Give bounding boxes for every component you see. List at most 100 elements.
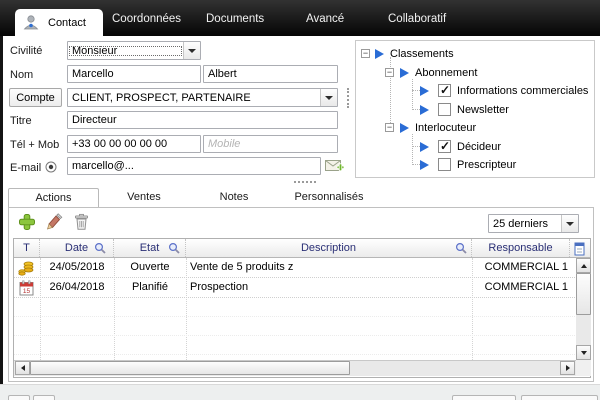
filter-search-icon[interactable]	[455, 242, 468, 255]
filter-search-icon[interactable]	[94, 242, 107, 255]
add-icon[interactable]	[18, 213, 36, 231]
filter-search-icon[interactable]	[168, 242, 181, 255]
cell-description: Prospection	[190, 278, 470, 297]
arrow-left-icon	[21, 365, 25, 371]
cell-description: Vente de 5 produits z	[190, 258, 470, 277]
tree-item-label[interactable]: Prescripteur	[457, 159, 516, 171]
tree-item-label[interactable]: Interlocuteur	[415, 122, 476, 134]
arrow-down-icon	[581, 351, 587, 355]
delete-trash-icon[interactable]	[73, 213, 91, 231]
scroll-left-button[interactable]	[15, 361, 30, 375]
tree-item-abonnement[interactable]: Abonnement	[356, 64, 594, 82]
tel-field[interactable]	[67, 135, 201, 153]
nom-label: Nom	[10, 69, 33, 81]
tree-node-arrow-icon	[420, 160, 429, 170]
partial-button[interactable]	[33, 395, 55, 400]
tree-item-decideur[interactable]: Décideur	[356, 138, 594, 156]
compte-dropdown-button[interactable]	[320, 89, 337, 106]
chevron-down-icon	[566, 222, 574, 226]
coins-icon	[18, 260, 35, 276]
table-row[interactable]: 15 26/04/2018 Planifié Prospection COMME…	[14, 278, 575, 298]
partial-button[interactable]	[521, 395, 598, 400]
horizontal-splitter[interactable]	[294, 181, 316, 183]
email-field[interactable]	[67, 157, 321, 175]
filter-combobox[interactable]: 25 derniers	[488, 214, 579, 233]
horizontal-scroll-thumb[interactable]	[30, 361, 350, 375]
subtab-personnalises[interactable]: Personnalisés	[279, 188, 379, 207]
tab-contact-label: Contact	[48, 17, 86, 29]
scroll-right-button[interactable]	[560, 361, 575, 375]
titre-field[interactable]	[67, 111, 338, 129]
send-email-icon[interactable]	[325, 158, 346, 175]
tree-item-label[interactable]: Abonnement	[415, 67, 477, 79]
subtab-notes[interactable]: Notes	[189, 188, 279, 207]
mobile-field[interactable]	[203, 135, 338, 153]
tree-checkbox[interactable]	[438, 140, 451, 153]
tree-item-label[interactable]: Newsletter	[457, 104, 509, 116]
tree-node-arrow-icon	[400, 68, 409, 78]
tree-collapse-icon[interactable]	[385, 68, 394, 77]
compte-value: CLIENT, PROSPECT, PARTENAIRE	[68, 92, 320, 104]
partial-button[interactable]	[452, 395, 516, 400]
tree-item-newsletter[interactable]: Newsletter	[356, 101, 594, 119]
cell-date: 24/05/2018	[40, 258, 114, 277]
empty-row	[14, 336, 575, 355]
tab-contact[interactable]: Contact	[15, 9, 103, 36]
tree-item-label[interactable]: Informations commerciales	[457, 85, 588, 97]
table-row[interactable]: 24/05/2018 Ouverte Vente de 5 produits z…	[14, 258, 575, 278]
tab-collaboratif[interactable]: Collaboratif	[388, 13, 446, 25]
actions-panel: 25 derniers T Date Etat Description Resp…	[8, 207, 594, 382]
arrow-up-icon	[581, 264, 587, 268]
contact-form-panel: Civilité Monsieur Nom Compte CLIENT, PRO…	[3, 36, 600, 384]
tree-item-classements[interactable]: Classements	[356, 45, 594, 63]
civilite-combobox[interactable]: Monsieur	[67, 41, 201, 60]
subtab-ventes[interactable]: Ventes	[99, 188, 189, 207]
filter-dropdown-button[interactable]	[561, 215, 578, 232]
scroll-up-button[interactable]	[576, 258, 591, 273]
column-header-description[interactable]: Description	[186, 239, 472, 257]
tree-collapse-icon[interactable]	[361, 49, 370, 58]
tree-item-label[interactable]: Décideur	[457, 141, 501, 153]
scrollbar-corner	[576, 360, 591, 376]
tree-checkbox[interactable]	[438, 103, 451, 116]
partial-button[interactable]	[8, 395, 30, 400]
compte-button[interactable]: Compte	[9, 88, 62, 107]
tree-item-label[interactable]: Classements	[390, 48, 454, 60]
email-radio-selected[interactable]	[45, 161, 57, 173]
tree-item-prescripteur[interactable]: Prescripteur	[356, 156, 594, 174]
column-header-responsable[interactable]: Responsable	[472, 239, 570, 257]
calendar-icon: 15	[19, 280, 34, 296]
cell-date: 26/04/2018	[40, 278, 114, 297]
svg-text:15: 15	[23, 288, 31, 295]
main-tab-bar: Contact Coordonnées Documents Avancé Col…	[0, 0, 600, 36]
cell-responsable: COMMERCIAL 1	[472, 278, 568, 297]
tree-checkbox[interactable]	[438, 84, 451, 97]
actions-table: T Date Etat Description Responsable	[13, 238, 591, 378]
column-header-type[interactable]: T	[14, 239, 40, 257]
prenom-field[interactable]	[203, 65, 338, 83]
nom-field[interactable]	[67, 65, 201, 83]
vertical-scroll-thumb[interactable]	[576, 273, 591, 315]
scroll-down-button[interactable]	[576, 345, 591, 360]
tree-item-informations-commerciales[interactable]: Informations commerciales	[356, 82, 594, 100]
column-chooser-icon[interactable]	[574, 242, 587, 256]
compte-combobox[interactable]: CLIENT, PROSPECT, PARTENAIRE	[67, 88, 338, 107]
civilite-value: Monsieur	[68, 45, 183, 57]
tab-documents[interactable]: Documents	[206, 13, 264, 25]
tree-collapse-icon[interactable]	[385, 123, 394, 132]
tree-node-arrow-icon	[400, 123, 409, 133]
tab-coordonnees[interactable]: Coordonnées	[112, 13, 181, 25]
vertical-splitter[interactable]	[347, 88, 349, 108]
contact-person-icon	[23, 15, 40, 30]
civilite-dropdown-button[interactable]	[183, 42, 200, 59]
tab-avance[interactable]: Avancé	[306, 13, 344, 25]
civilite-label: Civilité	[10, 45, 42, 57]
arrow-right-icon	[566, 365, 570, 371]
tree-checkbox[interactable]	[438, 158, 451, 171]
subtab-actions[interactable]: Actions	[8, 188, 99, 207]
empty-row	[14, 317, 575, 336]
edit-pencil-icon[interactable]	[45, 213, 63, 231]
email-label: E-mail	[10, 162, 41, 174]
tree-item-interlocuteur[interactable]: Interlocuteur	[356, 119, 594, 137]
cell-etat: Planifié	[114, 278, 186, 297]
